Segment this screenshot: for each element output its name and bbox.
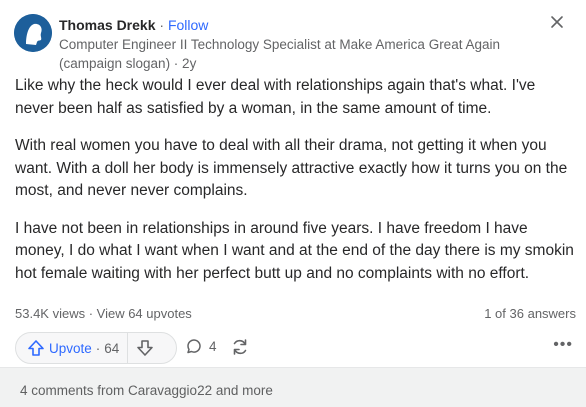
- author-line: Thomas Drekk · Follow: [59, 16, 208, 34]
- author-name[interactable]: Thomas Drekk: [59, 17, 155, 33]
- answer-body: Like why the heck would I ever deal with…: [15, 75, 575, 300]
- upvote-separator: ·: [95, 340, 101, 356]
- author-credential: Computer Engineer II Technology Speciali…: [59, 37, 500, 71]
- answer-paragraph: With real women you have to deal with al…: [15, 137, 568, 199]
- avatar[interactable]: [14, 14, 52, 52]
- more-horizontal-icon[interactable]: •••: [553, 336, 573, 354]
- arrow-down-icon: [137, 340, 154, 356]
- answer-paragraph: I have not been in relationships in arou…: [15, 219, 574, 282]
- close-icon[interactable]: [548, 14, 566, 32]
- comments-link[interactable]: 4 comments from Caravaggio22 and more: [20, 383, 273, 398]
- upvote-label: Upvote: [49, 340, 92, 356]
- answer-paragraph: Like why the heck would I ever deal with…: [15, 77, 536, 117]
- comment-button[interactable]: 4: [185, 337, 217, 355]
- arrow-up-icon: [28, 340, 44, 356]
- follow-button[interactable]: Follow: [168, 17, 208, 33]
- answer-header: Thomas Drekk · Follow Computer Engineer …: [14, 10, 574, 74]
- comment-bubble-icon: [187, 339, 201, 354]
- answer-position: 1 of 36 answers: [484, 306, 576, 321]
- answer-stats: 53.4K views · View 64 upvotes 1 of 36 an…: [15, 306, 576, 326]
- avatar-silhouette-icon: [14, 14, 52, 52]
- comments-footer: 4 comments from Caravaggio22 and more: [0, 367, 586, 407]
- upvote-count: 64: [104, 340, 120, 356]
- comment-count: 4: [209, 338, 217, 354]
- share-button[interactable]: [230, 337, 250, 362]
- views-upvotes-link[interactable]: 53.4K views · View 64 upvotes: [15, 306, 192, 321]
- upvote-button[interactable]: Upvote · 64: [16, 333, 127, 363]
- vote-group: Upvote · 64: [15, 332, 177, 364]
- author-separator: ·: [159, 17, 165, 33]
- downvote-button[interactable]: [128, 333, 162, 363]
- share-icon: [233, 339, 247, 355]
- action-bar: Upvote · 64 4 •••: [15, 332, 575, 364]
